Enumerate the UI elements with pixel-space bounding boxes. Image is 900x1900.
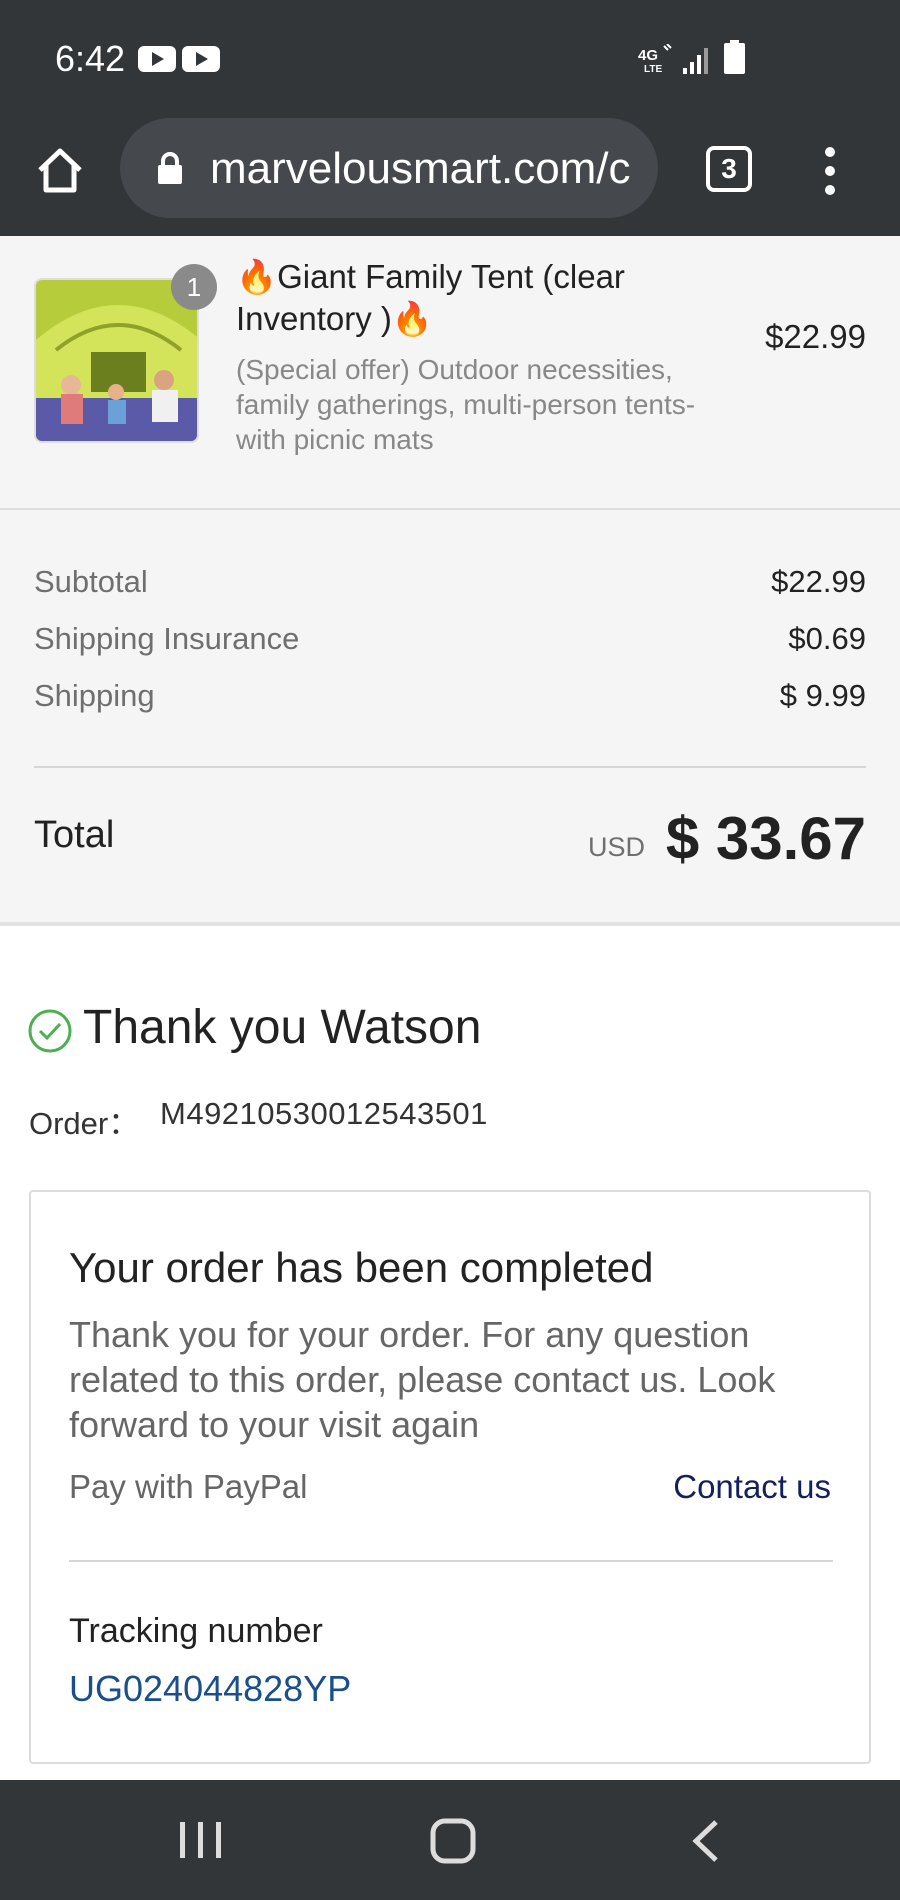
tracking-label: Tracking number: [69, 1612, 323, 1650]
shipping-label: Shipping: [34, 678, 155, 713]
subtotal-value: $22.99: [771, 564, 866, 599]
more-menu-icon[interactable]: [820, 146, 840, 196]
order-summary: 1 🔥Giant Family Tent (clear Inventory )🔥…: [0, 236, 900, 924]
home-nav-icon[interactable]: [430, 1818, 476, 1864]
signal-icon: [683, 48, 708, 74]
lock-icon: [158, 152, 182, 184]
system-nav-bar: [0, 1780, 900, 1900]
order-complete-card: Your order has been completed Thank you …: [29, 1190, 871, 1764]
back-icon[interactable]: [690, 1818, 722, 1864]
battery-icon: [724, 40, 745, 74]
order-complete-message: Thank you for your order. For any questi…: [69, 1314, 776, 1445]
youtube-icon: [182, 46, 220, 72]
youtube-icon: [138, 46, 176, 72]
divider: [0, 922, 900, 926]
url-text: marvelousmart.com/c: [210, 144, 631, 193]
status-time: 6:42: [55, 38, 126, 79]
total-label: Total: [34, 814, 115, 856]
recent-apps-icon[interactable]: [178, 1820, 224, 1860]
order-number: M49210530012543501: [160, 1096, 488, 1131]
product-row: 1 🔥Giant Family Tent (clear Inventory )🔥…: [0, 236, 900, 510]
product-price: $22.99: [765, 318, 866, 355]
svg-text:4G: 4G: [638, 47, 658, 64]
tracking-number-link[interactable]: UG024044828YP: [69, 1668, 351, 1710]
tab-switcher-button[interactable]: 3: [706, 146, 752, 192]
browser-toolbar: marvelousmart.com/c 3: [0, 116, 900, 236]
quantity-badge: 1: [171, 264, 217, 310]
shipping-row: Shipping $ 9.99: [34, 678, 866, 714]
insurance-row: Shipping Insurance $0.69: [34, 621, 866, 657]
home-icon[interactable]: [36, 146, 84, 194]
address-bar[interactable]: marvelousmart.com/c: [120, 118, 658, 218]
thank-you-heading: Thank you Watson: [83, 1001, 482, 1054]
status-bar: 6:42 4G LTE: [0, 0, 900, 116]
shipping-value: $ 9.99: [779, 678, 866, 713]
product-image: [34, 278, 199, 443]
total-currency: USD: [587, 832, 645, 862]
order-complete-heading: Your order has been completed: [69, 1244, 654, 1291]
divider: [34, 766, 866, 768]
check-circle-icon: [28, 1009, 72, 1053]
subtotal-label: Subtotal: [34, 564, 148, 599]
total-value: $ 33.67: [665, 805, 866, 872]
product-title: 🔥Giant Family Tent (clear Inventory )🔥: [236, 258, 625, 337]
contact-us-link[interactable]: Contact us: [673, 1468, 831, 1506]
subtotal-row: Subtotal $22.99: [34, 564, 866, 600]
4g-lte-icon: 4G LTE: [638, 44, 672, 74]
order-label: Order：: [29, 1106, 140, 1141]
insurance-value: $0.69: [788, 621, 866, 656]
product-description: (Special offer) Outdoor necessities, fam…: [236, 354, 696, 455]
divider: [69, 1560, 833, 1562]
insurance-label: Shipping Insurance: [34, 621, 300, 656]
payment-method: Pay with PayPal: [69, 1468, 308, 1505]
svg-text:LTE: LTE: [644, 64, 662, 74]
